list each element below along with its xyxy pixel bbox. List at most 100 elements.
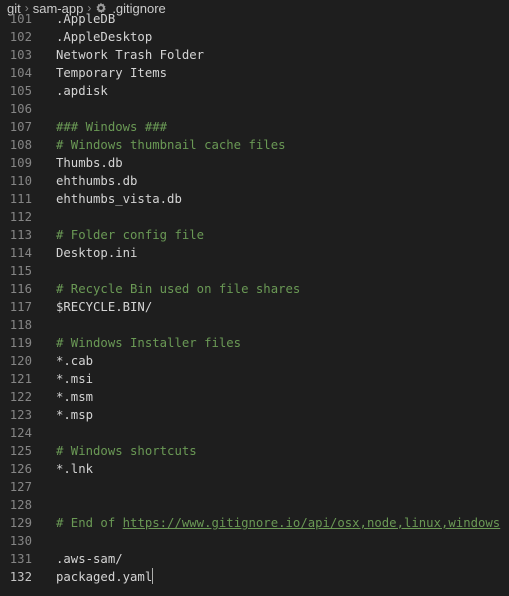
code-line[interactable]: 106: [0, 100, 509, 118]
line-content: .AppleDesktop: [56, 30, 153, 44]
line-text[interactable]: # Recycle Bin used on file shares: [56, 280, 300, 298]
line-number: 121: [9, 372, 32, 386]
line-content: ehthumbs_vista.db: [56, 192, 182, 206]
line-text[interactable]: *.cab: [56, 352, 93, 370]
line-text[interactable]: .AppleDB: [56, 10, 115, 28]
line-number: 106: [9, 102, 32, 116]
code-line[interactable]: 129 # End of https://www.gitignore.io/api…: [0, 514, 509, 532]
line-text[interactable]: .AppleDesktop: [56, 28, 152, 46]
line-text[interactable]: Thumbs.db: [56, 154, 123, 172]
code-line[interactable]: 130: [0, 532, 509, 550]
line-content: # Folder config file: [56, 228, 205, 242]
line-number: 104: [9, 66, 32, 80]
line-content: # Windows thumbnail cache files: [56, 138, 286, 152]
line-text[interactable]: *.msp: [56, 406, 93, 424]
code-line[interactable]: 108 # Windows thumbnail cache files: [0, 136, 509, 154]
line-text[interactable]: .aws-sam/: [56, 550, 123, 568]
code-line[interactable]: 105 .apdisk: [0, 82, 509, 100]
line-number: 125: [9, 444, 32, 458]
line-text[interactable]: Network Trash Folder: [56, 46, 204, 64]
line-number: 114: [9, 246, 32, 260]
line-text[interactable]: # Folder config file: [56, 226, 204, 244]
code-line[interactable]: 123 *.msp: [0, 406, 509, 424]
code-line[interactable]: 116 # Recycle Bin used on file shares: [0, 280, 509, 298]
code-line[interactable]: 126 *.lnk: [0, 460, 509, 478]
line-text[interactable]: *.msi: [56, 370, 93, 388]
line-text[interactable]: # Windows shortcuts: [56, 442, 197, 460]
code-line[interactable]: 111 ehthumbs_vista.db: [0, 190, 509, 208]
code-line[interactable]: 124: [0, 424, 509, 442]
line-content: *.cab: [56, 354, 94, 368]
line-text[interactable]: .apdisk: [56, 82, 108, 100]
line-number: 117: [9, 300, 32, 314]
line-content: *.msm: [56, 390, 94, 404]
line-number: 110: [9, 174, 32, 188]
line-number: 102: [9, 30, 32, 44]
line-number: 116: [9, 282, 32, 296]
line-number: 128: [9, 498, 32, 512]
line-content: Desktop.ini: [56, 246, 138, 260]
line-text[interactable]: # Windows Installer files: [56, 334, 241, 352]
line-text[interactable]: *.lnk: [56, 460, 93, 478]
code-line[interactable]: 103 Network Trash Folder: [0, 46, 509, 64]
line-text[interactable]: # Windows thumbnail cache files: [56, 136, 286, 154]
comment-text: # End of: [56, 516, 123, 530]
code-line[interactable]: 113 # Folder config file: [0, 226, 509, 244]
url-link[interactable]: https://www.gitignore.io/api/osx,node,li…: [123, 516, 501, 530]
code-line[interactable]: 104 Temporary Items: [0, 64, 509, 82]
line-text[interactable]: $RECYCLE.BIN/: [56, 298, 152, 316]
line-content: ### Windows ###: [56, 120, 168, 134]
line-number: 122: [9, 390, 32, 404]
code-line[interactable]: 125 # Windows shortcuts: [0, 442, 509, 460]
line-content: *.msi: [56, 372, 94, 386]
line-content: Temporary Items: [56, 66, 168, 80]
line-number: 118: [9, 318, 32, 332]
line-content: Network Trash Folder: [56, 48, 205, 62]
line-number: 119: [9, 336, 32, 350]
code-line[interactable]: 119 # Windows Installer files: [0, 334, 509, 352]
code-line[interactable]: 110 ehthumbs.db: [0, 172, 509, 190]
line-content: Thumbs.db: [56, 156, 123, 170]
line-content: # Windows Installer files: [56, 336, 242, 350]
line-number: 132: [9, 570, 32, 584]
line-number: 103: [9, 48, 32, 62]
code-line[interactable]: 107 ### Windows ###: [0, 118, 509, 136]
code-line[interactable]: 118: [0, 316, 509, 334]
line-content: *.lnk: [56, 462, 94, 476]
line-text[interactable]: # End of https://www.gitignore.io/api/os…: [56, 514, 500, 532]
code-line[interactable]: 109 Thumbs.db: [0, 154, 509, 172]
line-number: 126: [9, 462, 32, 476]
code-line[interactable]: 112: [0, 208, 509, 226]
code-line[interactable]: 115: [0, 262, 509, 280]
line-text[interactable]: ehthumbs.db: [56, 172, 137, 190]
line-content: packaged.yaml: [56, 570, 153, 584]
line-text[interactable]: Desktop.ini: [56, 244, 137, 262]
code-line[interactable]: 122 *.msm: [0, 388, 509, 406]
code-line[interactable]: 117 $RECYCLE.BIN/: [0, 298, 509, 316]
line-content: # Recycle Bin used on file shares: [56, 282, 301, 296]
code-line[interactable]: 101 .AppleDB: [0, 10, 509, 28]
line-text[interactable]: ### Windows ###: [56, 118, 167, 136]
line-text[interactable]: packaged.yaml: [56, 568, 154, 586]
code-line[interactable]: 120 *.cab: [0, 352, 509, 370]
code-line[interactable]: 102 .AppleDesktop: [0, 28, 509, 46]
line-text[interactable]: *.msm: [56, 388, 93, 406]
line-content: $RECYCLE.BIN/: [56, 300, 153, 314]
line-text[interactable]: ehthumbs_vista.db: [56, 190, 182, 208]
line-number: 108: [9, 138, 32, 152]
line-number: 120: [9, 354, 32, 368]
code-line[interactable]: 121 *.msi: [0, 370, 509, 388]
line-number: 115: [9, 264, 32, 278]
code-editor[interactable]: 101 .AppleDB 102 .AppleDesktop 103 Network Tr…: [0, 10, 509, 586]
code-line[interactable]: 127: [0, 478, 509, 496]
line-content: .aws-sam/: [56, 552, 123, 566]
line-content: .apdisk: [56, 84, 108, 98]
code-line[interactable]: 131 .aws-sam/: [0, 550, 509, 568]
code-line[interactable]: 114 Desktop.ini: [0, 244, 509, 262]
code-line[interactable]: 128: [0, 496, 509, 514]
line-content: .AppleDB: [56, 12, 116, 26]
line-content: # Windows shortcuts: [56, 444, 197, 458]
line-text[interactable]: Temporary Items: [56, 64, 167, 82]
code-line[interactable]: 132 packaged.yaml: [0, 568, 509, 586]
line-number: 101: [9, 12, 32, 26]
